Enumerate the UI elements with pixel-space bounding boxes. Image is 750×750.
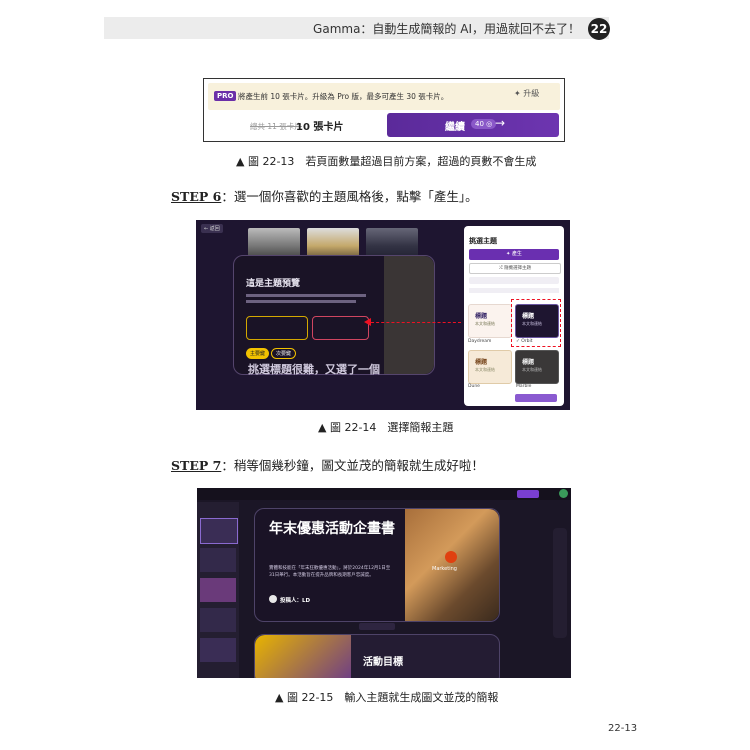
generate-button[interactable]: ✦ 產生 xyxy=(469,249,559,260)
theme-tile-daydream[interactable]: 標題 本文和連結 xyxy=(468,304,512,338)
back-button[interactable]: ← 返回 xyxy=(201,224,223,233)
avatar[interactable] xyxy=(559,489,568,498)
modal-text-line xyxy=(246,300,356,303)
continue-button[interactable]: 繼續 40 ◎ → xyxy=(387,113,559,137)
caption-22-15: ▲ 圖 22-15 輸入主題就生成圖文並茂的簡報 xyxy=(275,691,499,704)
theme-preview-modal: 這是主題預覽 主要鍵 次要鍵 xyxy=(233,255,435,375)
preview-image-1 xyxy=(248,228,300,258)
random-theme-button[interactable]: ⤮ 隨機選擇主題 xyxy=(469,263,561,274)
credits-badge: 40 ◎ xyxy=(471,119,497,129)
step-7: STEP 7：稍等個幾秒鐘，圖文並茂的簡報就生成好啦！ xyxy=(171,455,484,474)
secondary-button-sample[interactable]: 次要鍵 xyxy=(271,348,297,359)
caption-22-13: ▲ 圖 22-13 若頁面數量超過目前方案，超過的頁數不會生成 xyxy=(236,155,537,168)
slide2-title: 活動目標 xyxy=(363,657,403,668)
slide-body: 實體和技能在「年末狂歡優惠活動」，將於2024年12月1日至31日舉行。本活動旨… xyxy=(269,566,391,578)
tile-heading: 標題 xyxy=(522,359,535,366)
tile-heading: 標題 xyxy=(475,359,488,366)
tile-subtext: 本文和連結 xyxy=(475,321,495,326)
pointer-arrow xyxy=(371,322,461,323)
slide-thumb[interactable] xyxy=(200,518,238,544)
filter-bar[interactable] xyxy=(469,277,559,284)
modal-title: 這是主題預覽 xyxy=(246,279,301,289)
modal-text-line xyxy=(246,294,366,297)
slide-photo: Marketing xyxy=(405,509,499,621)
caption-22-14: ▲ 圖 22-14 選擇簡報主題 xyxy=(318,421,454,434)
category-tabs[interactable] xyxy=(469,288,559,293)
theme-name-orbit: ✓ Orbit xyxy=(516,339,533,344)
preview-image-3 xyxy=(366,228,418,258)
primary-button-sample[interactable]: 主要鍵 xyxy=(246,348,270,359)
slide-title: 年末優惠活動企畫書 xyxy=(269,521,395,537)
theme-tile-marble[interactable]: 標題 本文和連結 xyxy=(515,350,559,384)
preview-image-2 xyxy=(307,228,359,258)
slide2-image xyxy=(255,635,351,678)
chapter-badge: 22 xyxy=(588,18,610,40)
slide-thumbnail-panel xyxy=(197,502,239,678)
figure-22-15: 年末優惠活動企畫書 實體和技能在「年末狂歡優惠活動」，將於2024年12月1日至… xyxy=(197,488,571,678)
tile-subtext: 本文和連結 xyxy=(522,367,542,372)
slide-title-card: 年末優惠活動企畫書 實體和技能在「年末狂歡優惠活動」，將於2024年12月1日至… xyxy=(254,508,500,622)
theme-tile-partial[interactable] xyxy=(515,394,557,402)
author-name: 投稿人：LD xyxy=(280,598,311,604)
slide-thumb[interactable] xyxy=(200,608,236,632)
panel-title: 挑選主題 xyxy=(469,237,497,245)
step-6-text: ：選一個你喜歡的主題風格後，點擊「產生」。 xyxy=(221,189,478,204)
theme-name-marble: Marble xyxy=(516,384,532,389)
card-count: 10 張卡片 xyxy=(296,122,344,133)
pro-upsell-strip: PRO 將產生前 10 張卡片。升級為 Pro 版，最多可產生 30 張卡片。 … xyxy=(208,83,560,110)
arrow-left-icon xyxy=(364,318,371,326)
app-top-bar xyxy=(197,488,571,500)
page-number: 22-13 xyxy=(608,723,638,734)
step-7-label: STEP 7 xyxy=(171,458,222,473)
callout-box-2 xyxy=(312,316,369,340)
arrow-right-icon: → xyxy=(495,116,506,130)
photo-label: Marketing xyxy=(432,566,457,572)
step-6: STEP 6：選一個你喜歡的主題風格後，點擊「產生」。 xyxy=(171,186,478,205)
slide-goals-card: 活動目標 xyxy=(254,634,500,678)
present-button[interactable] xyxy=(517,490,539,498)
author-avatar xyxy=(269,595,277,603)
right-tool-rail[interactable] xyxy=(553,528,567,638)
slide-thumb[interactable] xyxy=(200,638,236,662)
step-7-text: ：稍等個幾秒鐘，圖文並茂的簡報就生成好啦！ xyxy=(221,458,484,473)
continue-label: 繼續 xyxy=(445,122,465,133)
slide-thumb[interactable] xyxy=(200,578,236,602)
theme-tile-dune[interactable]: 標題 本文和連結 xyxy=(468,350,512,384)
theme-name-dune: Dune xyxy=(468,384,480,389)
step-6-label: STEP 6 xyxy=(171,189,222,204)
original-card-count: 總共 11 張卡片 xyxy=(250,122,302,131)
background-heading: 挑選標題很難，又選了一個 xyxy=(248,363,380,376)
callout-box-1 xyxy=(246,316,308,340)
slide-thumb[interactable] xyxy=(200,548,236,572)
tile-subtext: 本文和連結 xyxy=(475,367,495,372)
pro-upsell-text: 將產生前 10 張卡片。升級為 Pro 版，最多可產生 30 張卡片。 xyxy=(238,92,449,101)
pro-badge: PRO xyxy=(214,91,237,101)
marketing-logo-icon xyxy=(445,551,457,563)
tile-heading: 標題 xyxy=(475,313,488,320)
theme-name-daydream: Daydream xyxy=(468,339,492,344)
modal-side-panel xyxy=(384,256,434,374)
theme-picker-panel: 挑選主題 ✦ 產生 ⤮ 隨機選擇主題 標題 本文和連結 標題 本文和連結 Day… xyxy=(464,226,564,406)
figure-22-14: ← 返回 這是主題預覽 主要鍵 次要鍵 挑選標題很難，又選了一個 挑選主題 ✦ … xyxy=(196,220,570,410)
slide-toolbar[interactable] xyxy=(359,623,395,630)
upgrade-button[interactable]: ✦ 升級 xyxy=(514,88,539,99)
running-header: Gamma：自動生成簡報的 AI，用過就回不去了！ xyxy=(313,22,580,36)
figure-22-13: PRO 將產生前 10 張卡片。升級為 Pro 版，最多可產生 30 張卡片。 … xyxy=(203,78,565,142)
